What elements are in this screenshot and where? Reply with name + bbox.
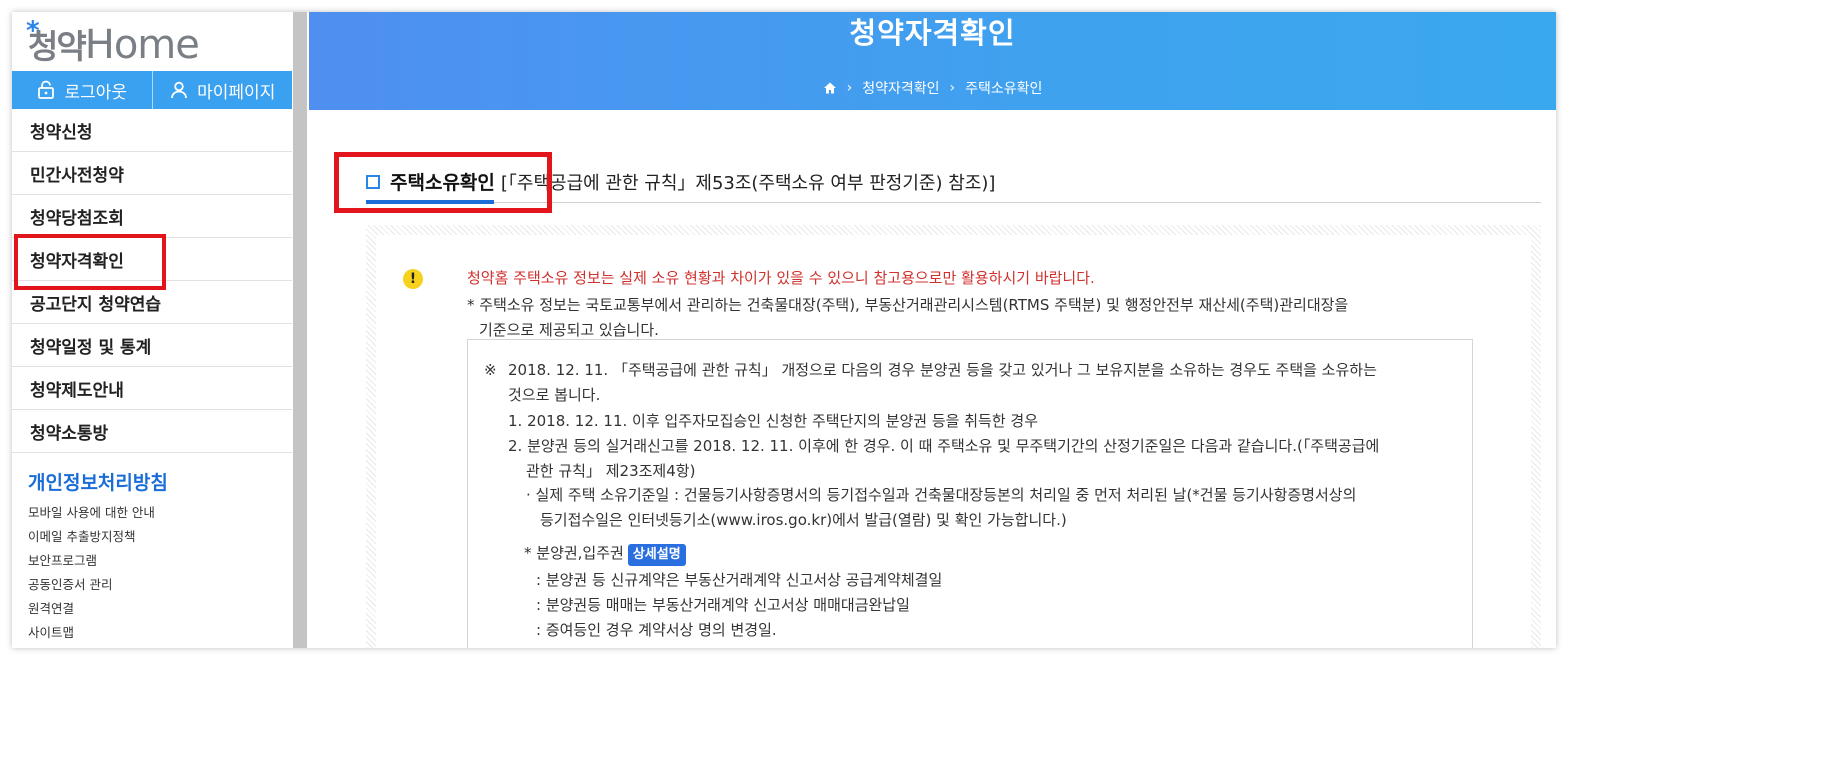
highlight-box-menu	[14, 234, 166, 290]
sidebar: * 청약 Home 로그아웃 마이페이지 청약신청 민간사전청약 청약당첨조회 청…	[12, 12, 292, 648]
menu-item-winner-check[interactable]: 청약당첨조회	[12, 195, 292, 238]
breadcrumb-item-eligibility[interactable]: 청약자격확인	[862, 78, 939, 98]
logo-star-icon: *	[26, 16, 40, 46]
lock-icon	[38, 80, 55, 99]
logo-ko: * 청약	[26, 16, 87, 66]
rule-bullet-line-2: 등기접수일은 인터넷등기소(www.iros.go.kr)에서 발급(열람) 및…	[540, 511, 1067, 529]
logout-button[interactable]: 로그아웃	[12, 71, 152, 109]
page-header-banner: 청약자격확인 › 청약자격확인 › 주택소유확인	[309, 12, 1556, 110]
highlight-box-section	[334, 152, 552, 213]
warning-text: 청약홈 주택소유 정보는 실제 소유 현황과 차이가 있을 수 있으니 참고용으…	[467, 269, 1095, 287]
warning-icon: !	[403, 269, 423, 289]
rule-item-1: 1. 2018. 12. 11. 이후 입주자모집승인 신청한 주택단지의 분양…	[508, 412, 1039, 430]
mypage-button[interactable]: 마이페이지	[151, 71, 293, 109]
menu-item-apply[interactable]: 청약신청	[12, 109, 292, 152]
note-mark: ※	[484, 361, 497, 379]
rule-intro-line-1: 2018. 12. 11. 「주택공급에 관한 규칙」 개정으로 다음의 경우 …	[508, 361, 1377, 379]
notice-panel: ! 청약홈 주택소유 정보는 실제 소유 현황과 차이가 있을 수 있으니 참고…	[366, 225, 1541, 648]
presale-rule-3: : 증여등인 경우 계약서상 명의 변경일.	[536, 621, 777, 639]
footer-link-remote[interactable]: 원격연결	[28, 597, 168, 621]
home-icon[interactable]	[823, 81, 837, 95]
auth-bar: 로그아웃 마이페이지	[12, 71, 292, 109]
footer-link-security[interactable]: 보안프로그램	[28, 549, 168, 573]
chevron-right-icon: ›	[846, 80, 853, 96]
page-title: 청약자격확인	[849, 16, 1016, 50]
site-logo[interactable]: * 청약 Home	[26, 16, 200, 68]
browser-viewport: * 청약 Home 로그아웃 마이페이지 청약신청 민간사전청약 청약당첨조회 청…	[12, 12, 1556, 648]
rule-intro-line-2: 것으로 봅니다.	[508, 386, 601, 404]
mypage-label: 마이페이지	[197, 82, 276, 103]
data-source-line-1: * 주택소유 정보는 국토교통부에서 관리하는 건축물대장(주택), 부동산거래…	[467, 296, 1349, 314]
presale-rule-1: : 분양권 등 신규계약은 부동산거래계약 신고서상 공급계약체결일	[536, 571, 943, 589]
chevron-right-icon: ›	[949, 80, 956, 96]
presale-rule-2: : 분양권등 매매는 부동산거래계약 신고서상 매매대금완납일	[536, 596, 910, 614]
logout-label: 로그아웃	[64, 82, 128, 103]
footer-links: 개인정보처리방침 모바일 사용에 대한 안내 이메일 추출방지정책 보안프로그램…	[28, 468, 168, 645]
user-icon	[171, 81, 188, 99]
main-content: 청약자격확인 › 청약자격확인 › 주택소유확인 주택소유확인 [「주택공급에 …	[309, 12, 1556, 648]
presale-rights-label: * 분양권,입주권	[524, 544, 624, 562]
footer-link-sitemap[interactable]: 사이트맵	[28, 621, 168, 645]
presale-rights-heading: * 분양권,입주권 상세설명	[524, 541, 686, 566]
menu-item-system-guide[interactable]: 청약제도안내	[12, 367, 292, 410]
rule-item-2-line-1: 2. 분양권 등의 실거래신고를 2018. 12. 11. 이후에 한 경우.…	[508, 437, 1380, 455]
breadcrumb: › 청약자격확인 › 주택소유확인	[309, 78, 1556, 98]
menu-item-schedule-stats[interactable]: 청약일정 및 통계	[12, 324, 292, 367]
notice-panel-inner: ! 청약홈 주택소유 정보는 실제 소유 현황과 차이가 있을 수 있으니 참고…	[376, 235, 1531, 648]
menu-item-pre-subscription[interactable]: 민간사전청약	[12, 152, 292, 195]
data-source-note: * 주택소유 정보는 국토교통부에서 관리하는 건축물대장(주택), 부동산거래…	[467, 293, 1457, 343]
menu-item-community[interactable]: 청약소통방	[12, 410, 292, 453]
footer-link-email-policy[interactable]: 이메일 추출방지정책	[28, 525, 168, 549]
detail-button[interactable]: 상세설명	[627, 544, 686, 566]
rule-bullet-line-1: · 실제 주택 소유기준일 : 건물등기사항증명서의 등기접수일과 건축물대장등…	[526, 486, 1357, 504]
rule-item-2-line-2: 관한 규칙」 제23조제4항)	[526, 462, 696, 480]
footer-link-mobile[interactable]: 모바일 사용에 대한 안내	[28, 501, 168, 525]
sidebar-scrollbar[interactable]	[293, 12, 307, 648]
breadcrumb-item-ownership[interactable]: 주택소유확인	[965, 78, 1042, 98]
privacy-policy-link[interactable]: 개인정보처리방침	[28, 468, 168, 495]
logo-en: Home	[84, 22, 200, 68]
rule-change-box: ※ 2018. 12. 11. 「주택공급에 관한 규칙」 개정으로 다음의 경…	[467, 339, 1473, 648]
section-reference: [「주택공급에 관한 규칙」제53조(주택소유 여부 판정기준) 참조)]	[500, 172, 996, 194]
footer-link-certificate[interactable]: 공동인증서 관리	[28, 573, 168, 597]
